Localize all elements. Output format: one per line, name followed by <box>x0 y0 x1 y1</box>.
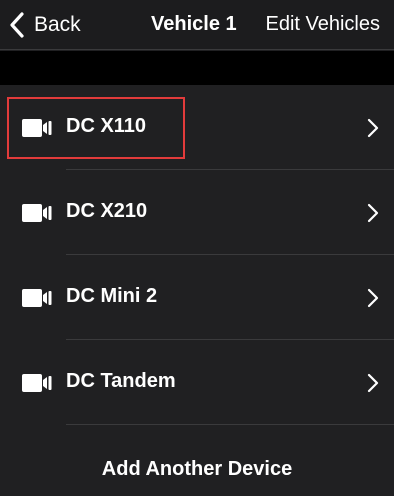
add-another-device-button[interactable]: Add Another Device <box>0 458 394 481</box>
device-label: DC X110 <box>66 115 147 137</box>
chevron-right-icon <box>367 373 379 393</box>
device-row-dc-x110[interactable]: DC X110 <box>0 85 394 170</box>
chevron-right-icon <box>367 203 379 223</box>
edit-vehicles-button[interactable]: Edit Vehicles <box>265 13 380 36</box>
device-label: DC Tandem <box>66 370 176 392</box>
device-label: DC X210 <box>66 200 148 222</box>
chevron-right-icon <box>367 118 379 138</box>
vehicle-devices-screen: Back Vehicle 1 Edit Vehicles DC X110 DC … <box>0 0 394 496</box>
section-header-band <box>0 51 394 85</box>
page-title: Vehicle 1 <box>151 13 237 35</box>
device-row-dc-x210[interactable]: DC X210 <box>0 170 394 255</box>
back-button[interactable]: Back <box>6 8 81 42</box>
chevron-right-icon <box>367 288 379 308</box>
device-row-dc-tandem[interactable]: DC Tandem <box>0 340 394 425</box>
device-label: DC Mini 2 <box>66 285 158 307</box>
video-camera-icon <box>22 373 52 393</box>
navigation-bar: Back Vehicle 1 Edit Vehicles <box>0 0 394 50</box>
row-divider <box>66 424 394 425</box>
device-row-dc-mini-2[interactable]: DC Mini 2 <box>0 255 394 340</box>
device-list: DC X110 DC X210 DC Mini 2 DC Tandem <box>0 85 394 425</box>
video-camera-icon <box>22 203 52 223</box>
back-label: Back <box>34 13 81 36</box>
chevron-left-icon <box>6 10 28 40</box>
video-camera-icon <box>22 118 52 138</box>
video-camera-icon <box>22 288 52 308</box>
